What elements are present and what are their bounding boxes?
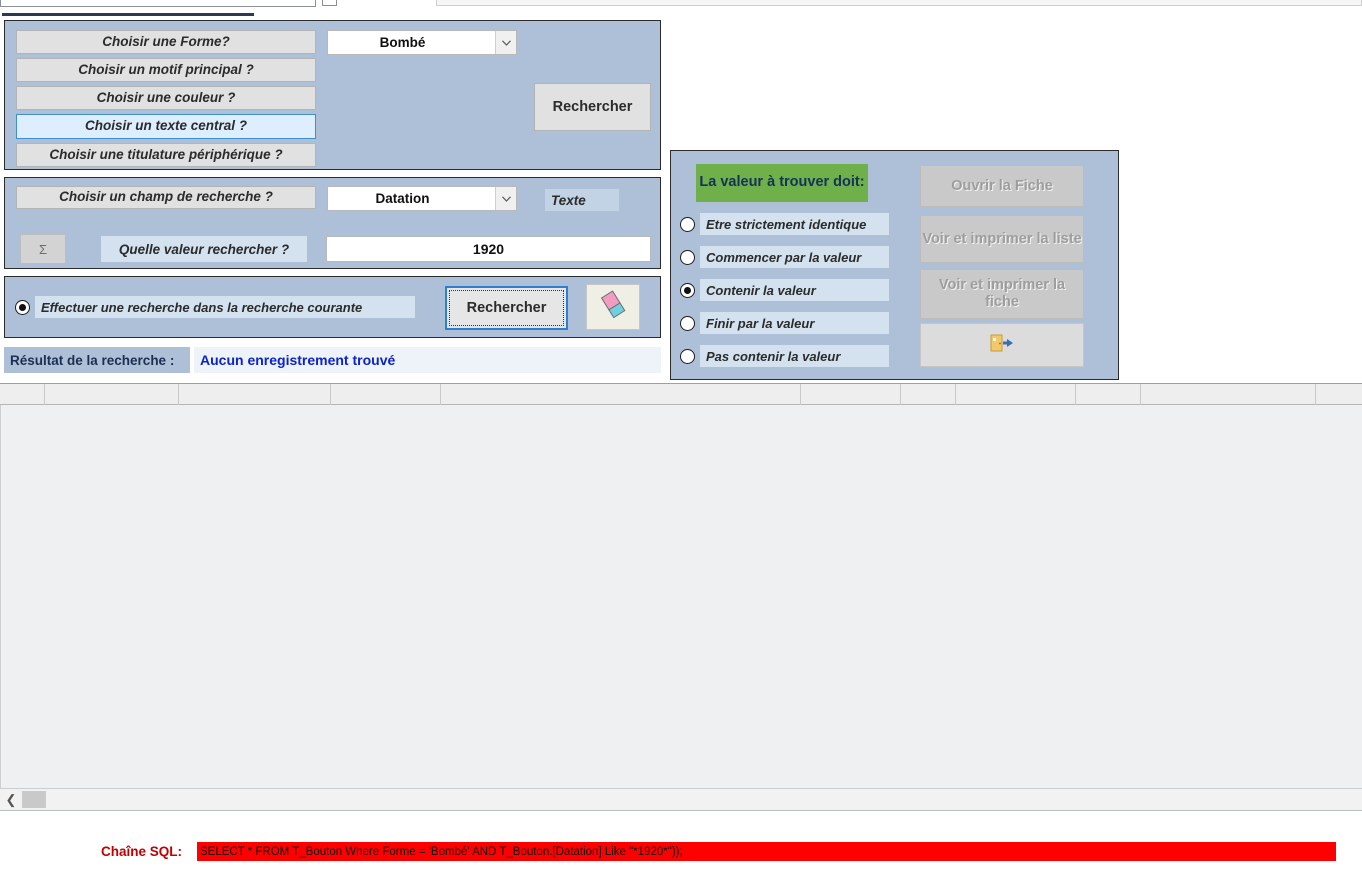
choose-texte-central-button[interactable]: Choisir un texte central ? bbox=[16, 114, 316, 139]
toolbar-field-fragment[interactable] bbox=[0, 0, 316, 7]
criteria-search-button[interactable]: Rechercher bbox=[534, 83, 651, 131]
match-label-pas-contenir: Pas contenir la valeur bbox=[700, 345, 889, 367]
toolbar-underline bbox=[2, 13, 254, 16]
match-radio-contenir[interactable] bbox=[680, 282, 695, 298]
datasheet-scrollbar[interactable]: ❮ bbox=[0, 788, 1362, 810]
scope-radio-button[interactable] bbox=[15, 299, 30, 315]
action-search-button[interactable]: Rechercher bbox=[445, 286, 568, 330]
match-option-row-2[interactable]: Contenir la valeur bbox=[680, 279, 889, 301]
datasheet-header-row[interactable] bbox=[0, 384, 1362, 405]
choose-forme-button[interactable]: Choisir une Forme? bbox=[16, 30, 316, 54]
toolbar-remnant bbox=[0, 0, 1362, 16]
result-label: Résultat de la recherche : bbox=[4, 347, 190, 373]
sql-label: Chaîne SQL: bbox=[101, 844, 183, 859]
open-record-button[interactable]: Ouvrir la Fiche bbox=[920, 165, 1084, 207]
chevron-down-icon[interactable] bbox=[495, 187, 516, 210]
column-divider[interactable] bbox=[44, 384, 45, 405]
scope-radio-row[interactable]: Effectuer une recherche dans la recherch… bbox=[15, 296, 415, 318]
sigma-button[interactable]: Σ bbox=[20, 234, 66, 264]
eraser-button[interactable] bbox=[586, 284, 640, 330]
column-divider[interactable] bbox=[1315, 384, 1316, 405]
match-panel: La valeur à trouver doit: Etre stricteme… bbox=[670, 150, 1119, 380]
forme-combo[interactable]: Bombé bbox=[327, 30, 517, 55]
column-divider[interactable] bbox=[1075, 384, 1076, 405]
match-radio-pas-contenir[interactable] bbox=[680, 348, 695, 364]
match-label-contenir: Contenir la valeur bbox=[700, 279, 889, 301]
column-divider[interactable] bbox=[330, 384, 331, 405]
scrollbar-thumb[interactable] bbox=[22, 791, 46, 808]
chevron-down-icon[interactable] bbox=[495, 31, 516, 54]
match-option-row-0[interactable]: Etre strictement identique bbox=[680, 213, 889, 235]
match-option-row-4[interactable]: Pas contenir la valeur bbox=[680, 345, 889, 367]
choose-search-field-button[interactable]: Choisir un champ de recherche ? bbox=[16, 186, 316, 209]
choose-motif-button[interactable]: Choisir un motif principal ? bbox=[16, 58, 316, 82]
datasheet[interactable]: ❮ bbox=[0, 383, 1362, 811]
search-value-input[interactable]: 1920 bbox=[326, 236, 651, 262]
action-panel: Effectuer une recherche dans la recherch… bbox=[4, 276, 661, 338]
value-prompt-label: Quelle valeur rechercher ? bbox=[101, 236, 307, 262]
exit-button[interactable] bbox=[920, 323, 1084, 367]
access-search-form: Choisir une Forme? Choisir un motif prin… bbox=[0, 0, 1362, 874]
column-divider[interactable] bbox=[955, 384, 956, 405]
match-label-finir: Finir par la valeur bbox=[700, 312, 889, 334]
toolbar-small-button[interactable] bbox=[322, 0, 337, 6]
exit-door-icon bbox=[989, 333, 1015, 358]
datasheet-body[interactable] bbox=[0, 405, 1362, 788]
column-divider[interactable] bbox=[178, 384, 179, 405]
toolbar-tab-fragment[interactable] bbox=[436, 0, 1362, 6]
match-label-identique: Etre strictement identique bbox=[700, 213, 889, 235]
match-label-commencer: Commencer par la valeur bbox=[700, 246, 889, 268]
search-field-combo-value: Datation bbox=[375, 191, 430, 206]
field-panel: Choisir un champ de recherche ? Datation… bbox=[4, 177, 661, 269]
match-panel-header: La valeur à trouver doit: bbox=[696, 164, 868, 202]
print-list-button[interactable]: Voir et imprimer la liste bbox=[920, 215, 1084, 263]
match-option-row-3[interactable]: Finir par la valeur bbox=[680, 312, 889, 334]
scope-radio-label: Effectuer une recherche dans la recherch… bbox=[35, 296, 415, 318]
search-field-combo[interactable]: Datation bbox=[327, 186, 517, 211]
forme-combo-value: Bombé bbox=[379, 35, 426, 50]
column-divider[interactable] bbox=[1140, 384, 1141, 405]
column-divider[interactable] bbox=[800, 384, 801, 405]
match-radio-finir[interactable] bbox=[680, 315, 695, 331]
column-divider[interactable] bbox=[900, 384, 901, 405]
choose-couleur-button[interactable]: Choisir une couleur ? bbox=[16, 86, 316, 110]
eraser-icon bbox=[596, 288, 630, 327]
match-radio-commencer[interactable] bbox=[680, 249, 695, 265]
match-radio-identique[interactable] bbox=[680, 216, 695, 232]
chevron-left-icon[interactable]: ❮ bbox=[0, 789, 22, 810]
result-value: Aucun enregistrement trouvé bbox=[194, 347, 661, 373]
sql-string-value[interactable]: SELECT * FROM T_Bouton Where Forme = 'Bo… bbox=[197, 842, 1336, 861]
print-record-button[interactable]: Voir et imprimer la fiche bbox=[920, 269, 1084, 319]
match-option-row-1[interactable]: Commencer par la valeur bbox=[680, 246, 889, 268]
choose-titulature-button[interactable]: Choisir une titulature périphérique ? bbox=[16, 143, 316, 167]
column-divider[interactable] bbox=[440, 384, 441, 405]
field-type-label: Texte bbox=[545, 189, 619, 211]
criteria-panel: Choisir une Forme? Choisir un motif prin… bbox=[4, 20, 661, 170]
